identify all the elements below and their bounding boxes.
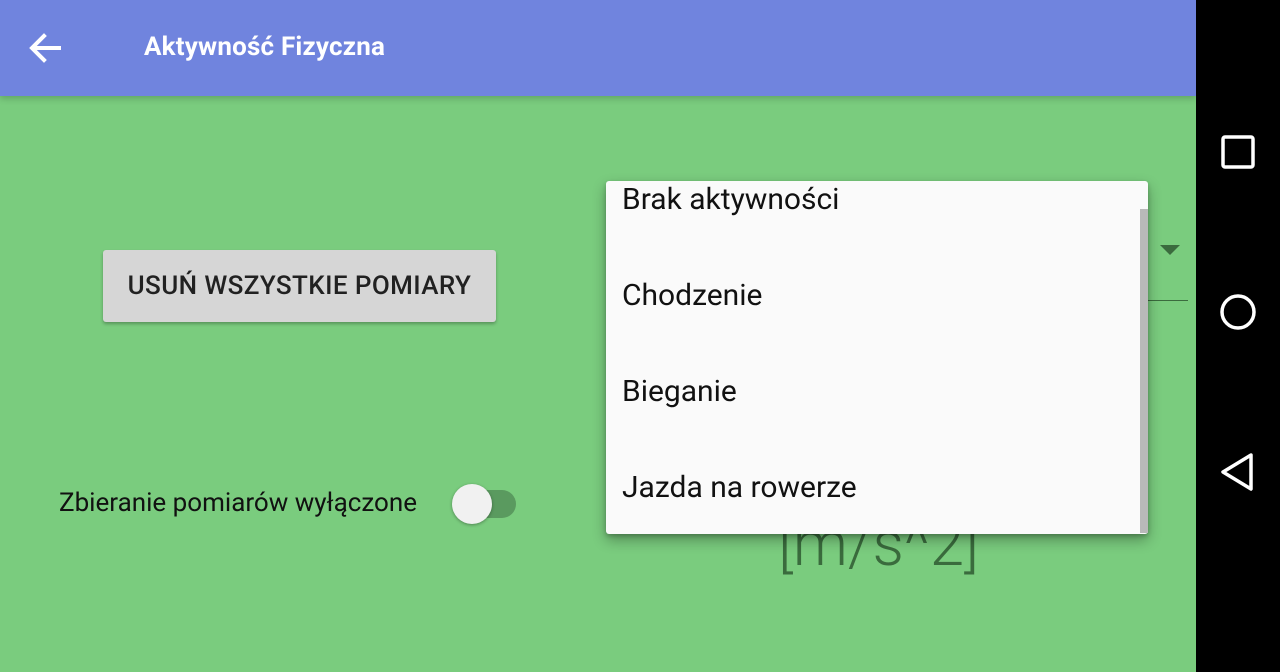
app-screen: Aktywność Fizyczna USUŃ WSZYSTKIE POMIAR… — [0, 0, 1196, 672]
dropdown-option-walking[interactable]: Chodzenie — [606, 247, 1136, 343]
activity-dropdown-list[interactable]: Brak aktywności Chodzenie Bieganie Jazda… — [606, 181, 1148, 534]
page-title: Aktywność Fizyczna — [144, 32, 386, 62]
dropdown-option-cycling[interactable]: Jazda na rowerze — [606, 439, 1136, 534]
system-navigation-bar — [1196, 0, 1280, 672]
dropdown-option-running[interactable]: Bieganie — [606, 343, 1136, 439]
home-button[interactable] — [1196, 270, 1280, 354]
triangle-back-icon — [1221, 453, 1253, 491]
square-icon — [1221, 135, 1255, 169]
dropdown-scrollbar[interactable] — [1140, 209, 1148, 533]
spinner-arrow-icon[interactable] — [1160, 245, 1180, 255]
collection-switch-label: Zbieranie pomiarów wyłączone — [59, 488, 418, 518]
dropdown-option-no-activity[interactable]: Brak aktywności — [606, 181, 1136, 247]
arrow-left-icon — [29, 33, 61, 63]
recents-button[interactable] — [1196, 110, 1280, 194]
circle-icon — [1220, 294, 1256, 330]
back-button[interactable] — [28, 28, 84, 68]
delete-all-measurements-button[interactable]: USUŃ WSZYSTKIE POMIARY — [103, 250, 496, 322]
app-bar: Aktywność Fizyczna — [0, 0, 1196, 96]
collection-switch[interactable] — [452, 484, 518, 524]
system-back-button[interactable] — [1196, 430, 1280, 514]
switch-thumb — [452, 484, 492, 524]
